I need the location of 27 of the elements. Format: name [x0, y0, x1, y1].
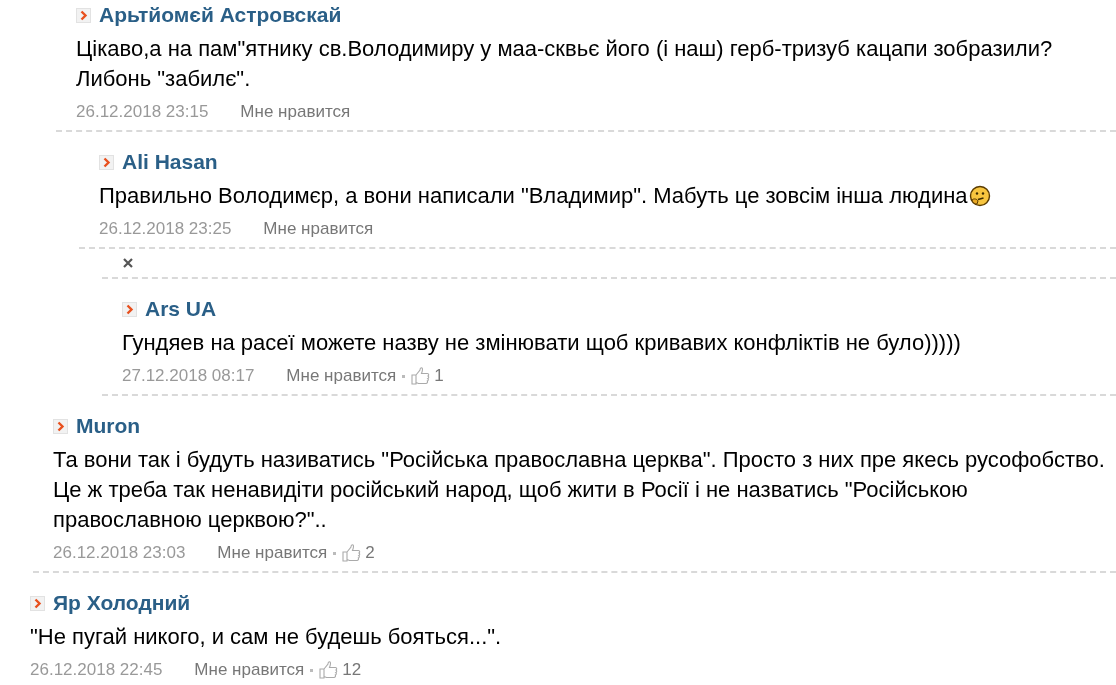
thumbs-up-icon	[342, 544, 362, 562]
author-link[interactable]: Ali Hasan	[122, 150, 218, 174]
like-count: 1	[434, 366, 444, 386]
like-link[interactable]: Мне нравится	[194, 660, 305, 680]
like-count: 2	[365, 543, 375, 563]
like-link[interactable]: Мне нравится	[263, 219, 374, 239]
thumbs-up-icon	[411, 367, 431, 385]
comment-date: 26.12.2018 23:25	[99, 219, 232, 239]
comment-text: Правильно Володимєр, а вони написали "Владимир". Мабуть це зовсім інша людина	[99, 181, 1112, 211]
comment-date: 27.12.2018 08:17	[122, 366, 255, 386]
close-icon[interactable]	[122, 257, 134, 269]
like-link[interactable]: Мне нравится	[286, 366, 397, 386]
like-link[interactable]: Мне нравится	[217, 543, 328, 563]
comment-text: Цікаво,а на пам"ятнику св.Володимиру у маа-сквьє його (і наш) герб-тризуб кацапи зобразили? Либонь "забилє".	[76, 35, 1054, 93]
thumbs-up-icon	[319, 661, 339, 679]
comment-date: 26.12.2018 23:15	[76, 102, 209, 122]
author-link[interactable]: Яр Холодний	[53, 591, 191, 615]
comment-text: Гундяев на расеї можете назву не змінювати щоб кривавих конфліктів не було)))))	[122, 329, 962, 357]
comment-text: "Не пугай никого, и сам не будешь бояться...".	[30, 623, 503, 651]
author-link[interactable]: Ars UA	[145, 297, 217, 321]
comment-text: Та вони так і будуть називатись "Російська православна церква". Просто з них пре якесь русофобство. Це ж треба так ненавидіти російський народ, щоб жити в Росії і не назватись "Російською православною церквою?"..	[53, 446, 1106, 534]
like-count: 12	[342, 660, 362, 680]
comment-date: 26.12.2018 23:03	[53, 543, 186, 563]
like-link[interactable]: Мне нравится	[240, 102, 351, 122]
comment-date: 26.12.2018 22:45	[30, 660, 163, 680]
author-link[interactable]: Арьтйомєй Астровскай	[99, 3, 342, 27]
author-link[interactable]: Muron	[76, 414, 141, 438]
